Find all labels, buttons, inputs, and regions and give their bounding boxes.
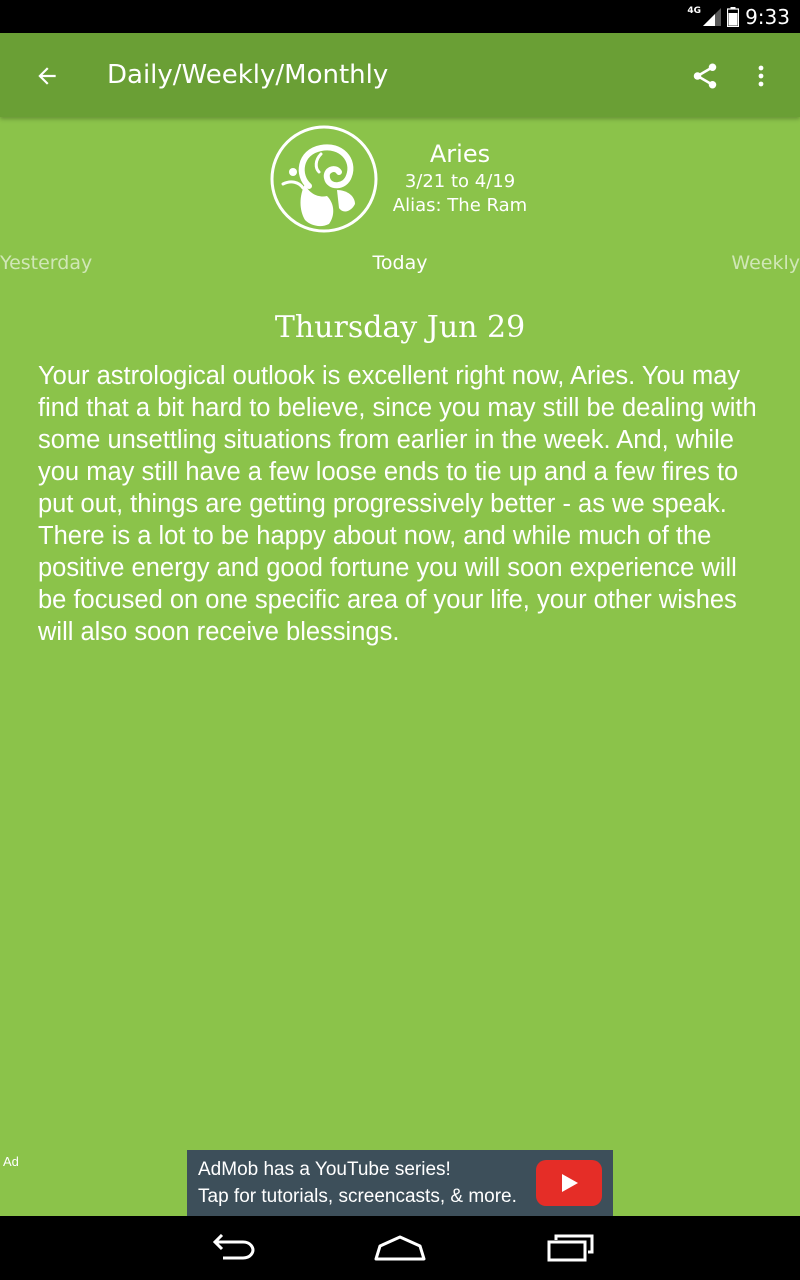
reading-date: Thursday Jun 29 — [274, 310, 526, 345]
tab-yesterday[interactable]: Yesterday — [0, 250, 92, 276]
ad-headline: AdMob has a YouTube series! — [198, 1159, 451, 1180]
arrow-left-icon — [38, 67, 56, 85]
toolbar-title: Daily/Weekly/Monthly — [107, 60, 389, 90]
signal-icon — [703, 7, 722, 26]
clock: 9:33 — [745, 4, 790, 29]
nav-back-button[interactable] — [190, 1224, 270, 1272]
sign-dates: 3/21 to 4/19 — [404, 171, 516, 192]
network-type: 4G — [687, 5, 702, 16]
tab-weekly[interactable]: Weekly — [731, 250, 800, 276]
ram-icon — [270, 125, 378, 233]
back-button[interactable] — [24, 53, 70, 99]
sign-name: Aries — [429, 140, 491, 168]
ad-banner[interactable]: AdMob has a YouTube series! Tap for tuto… — [187, 1150, 613, 1216]
sign-alias: Alias: The Ram — [392, 195, 528, 216]
horoscope-text: Your astrological outlook is excellent r… — [38, 362, 757, 646]
ad-label: Ad — [3, 1154, 19, 1169]
vertical-dots-icon — [758, 65, 764, 87]
share-button[interactable] — [682, 53, 728, 99]
tab-today[interactable]: Today — [0, 250, 800, 276]
toolbar: Daily/Weekly/Monthly — [0, 33, 800, 117]
more-options-button[interactable] — [738, 53, 784, 99]
share-icon — [693, 63, 717, 89]
ad-subline: Tap for tutorials, screencasts, & more. — [198, 1186, 517, 1207]
battery-icon — [727, 6, 740, 27]
sign-info: Aries 3/21 to 4/19 Alias: The Ram — [380, 138, 540, 218]
status-icons: 4G 9:33 — [687, 0, 790, 33]
youtube-play-icon — [536, 1160, 602, 1206]
navigation-bar — [0, 1216, 800, 1280]
status-bar: 4G 9:33 — [0, 0, 800, 33]
back-icon — [212, 1234, 255, 1260]
home-icon — [374, 1235, 426, 1261]
recents-icon — [547, 1234, 594, 1262]
nav-home-button[interactable] — [360, 1224, 440, 1272]
nav-recents-button[interactable] — [530, 1224, 610, 1272]
